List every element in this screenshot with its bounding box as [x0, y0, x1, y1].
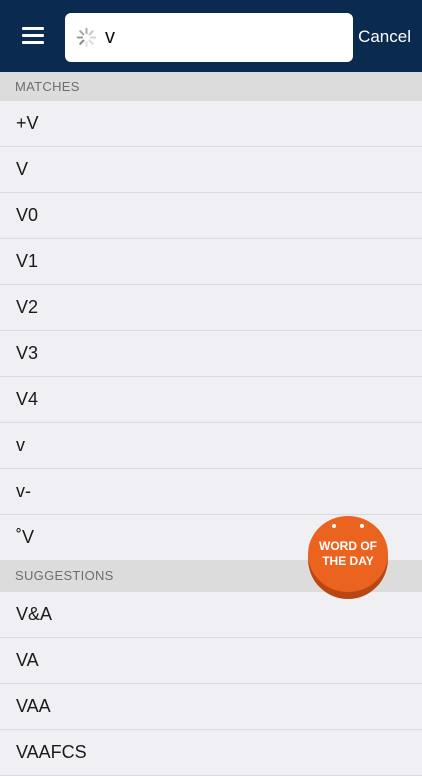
list-item[interactable]: V&A: [0, 592, 422, 638]
list-item[interactable]: +V: [0, 101, 422, 147]
word-of-day-line2: THE DAY: [322, 554, 374, 568]
list-item[interactable]: V: [0, 147, 422, 193]
word-of-the-day-button[interactable]: WORD OF THE DAY: [308, 516, 388, 599]
list-item[interactable]: V0: [0, 193, 422, 239]
results-list: MATCHES +V V V0 V1 V2 V3 V4 v v- ˚V SUGG…: [0, 72, 422, 776]
word-of-day-line1: WORD OF: [319, 539, 377, 553]
top-bar: Cancel: [0, 0, 422, 72]
list-item[interactable]: VAA: [0, 684, 422, 730]
search-box[interactable]: [65, 13, 353, 62]
cancel-button[interactable]: Cancel: [358, 27, 411, 47]
list-item[interactable]: VAAFCS: [0, 730, 422, 776]
list-item[interactable]: V2: [0, 285, 422, 331]
list-item[interactable]: v: [0, 423, 422, 469]
dot-icon: [332, 524, 336, 528]
hamburger-menu-icon[interactable]: [22, 27, 44, 45]
list-item[interactable]: v-: [0, 469, 422, 515]
list-item[interactable]: V4: [0, 377, 422, 423]
dot-icon: [360, 524, 364, 528]
matches-section-header: MATCHES: [0, 72, 422, 101]
loading-spinner-icon: [76, 27, 97, 48]
word-of-the-day-badge: WORD OF THE DAY: [308, 516, 388, 592]
list-item[interactable]: V3: [0, 331, 422, 377]
search-input[interactable]: [105, 21, 341, 54]
list-item[interactable]: V1: [0, 239, 422, 285]
list-item[interactable]: VA: [0, 638, 422, 684]
